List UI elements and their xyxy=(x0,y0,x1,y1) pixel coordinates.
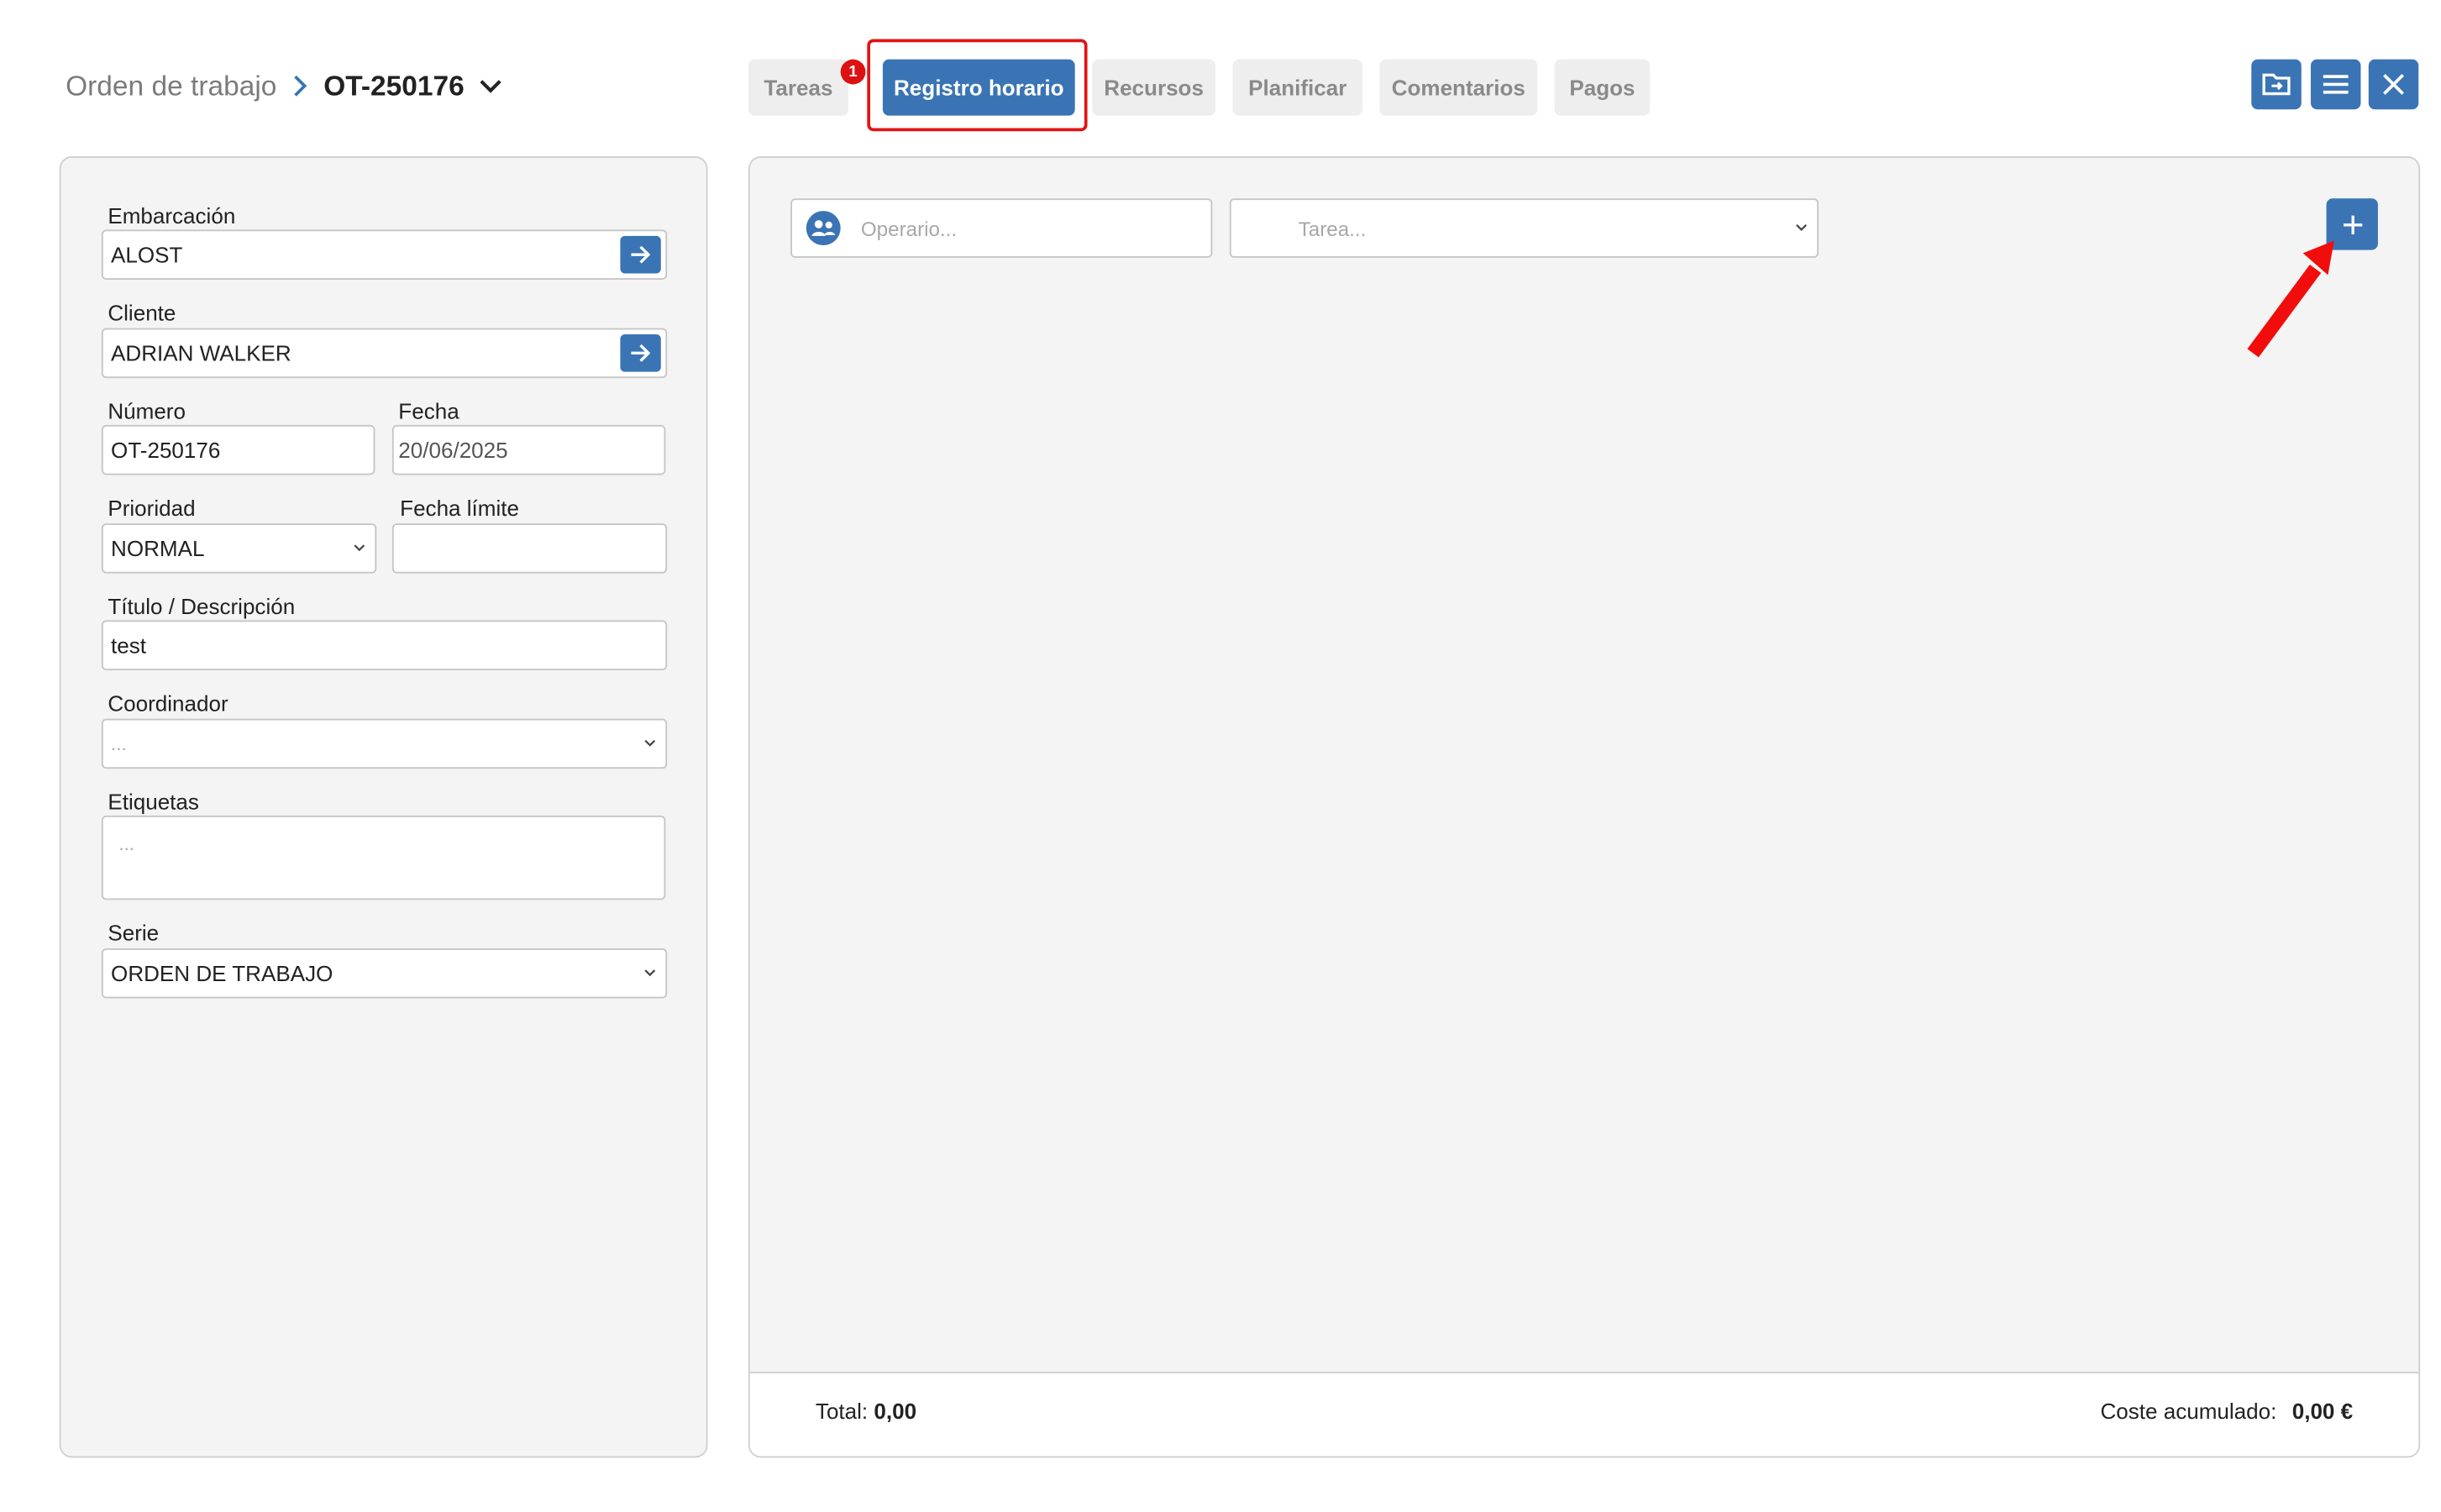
cliente-label: Cliente xyxy=(108,300,176,325)
arrow-right-icon xyxy=(630,344,652,362)
chevron-down-icon xyxy=(643,739,656,748)
embarcacion-label: Embarcación xyxy=(108,202,236,228)
tab-pagos[interactable]: Pagos xyxy=(1554,59,1651,116)
titulo-value: test xyxy=(111,633,147,659)
embarcacion-value: ALOST xyxy=(111,242,183,268)
chevron-down-icon xyxy=(643,969,656,978)
close-icon xyxy=(2381,72,2407,97)
fecha-value: 20/06/2025 xyxy=(398,437,508,463)
folder-export-button[interactable] xyxy=(2251,59,2302,110)
total-value: 0,00 xyxy=(874,1398,917,1424)
embarcacion-field[interactable]: ALOST xyxy=(101,229,668,280)
total-label: Total: xyxy=(815,1398,869,1424)
breadcrumb-root[interactable]: Orden de trabajo xyxy=(66,70,276,102)
titulo-label: Título / Descripción xyxy=(108,593,296,619)
tab-recursos[interactable]: Recursos xyxy=(1092,59,1216,116)
prioridad-label: Prioridad xyxy=(108,495,196,521)
embarcacion-open-button[interactable] xyxy=(620,235,661,274)
breadcrumb-current: OT-250176 xyxy=(323,69,465,101)
serie-label: Serie xyxy=(108,920,160,946)
cliente-field[interactable]: ADRIAN WALKER xyxy=(101,328,668,379)
fecha-limite-label: Fecha límite xyxy=(400,495,519,521)
chevron-right-icon xyxy=(292,75,308,97)
tab-tareas[interactable]: Tareas xyxy=(748,59,848,116)
time-log-panel: Operario... Tarea... Total: 0,00 Coste a… xyxy=(748,156,2421,1458)
menu-button[interactable] xyxy=(2310,59,2361,110)
tarea-placeholder: Tarea... xyxy=(1298,216,1367,240)
work-order-form: Embarcación ALOST Cliente ADRIAN WALKER … xyxy=(59,156,708,1458)
folder-export-icon xyxy=(2260,71,2291,98)
titulo-field[interactable]: test xyxy=(101,620,668,670)
cliente-value: ADRIAN WALKER xyxy=(111,340,291,366)
serie-value: ORDEN DE TRABAJO xyxy=(111,960,333,986)
annotation-arrow-icon xyxy=(2234,238,2344,370)
prioridad-value: NORMAL xyxy=(111,535,205,561)
tab-planificar[interactable]: Planificar xyxy=(1232,59,1362,116)
total-summary: Total: 0,00 xyxy=(816,1399,916,1424)
operario-input[interactable]: Operario... xyxy=(790,198,1213,258)
close-button[interactable] xyxy=(2368,59,2419,110)
fecha-label: Fecha xyxy=(398,398,459,424)
people-icon xyxy=(805,209,843,247)
breadcrumb: Orden de trabajo OT-250176 xyxy=(66,66,501,106)
fecha-limite-field[interactable] xyxy=(391,523,668,574)
numero-field[interactable]: OT-250176 xyxy=(101,424,375,475)
time-log-footer: Total: 0,00 Coste acumulado: 0,00 € xyxy=(749,1372,2419,1457)
numero-label: Número xyxy=(108,398,186,424)
menu-icon xyxy=(2322,73,2349,95)
coordinador-label: Coordinador xyxy=(108,690,228,716)
chevron-down-icon xyxy=(353,543,365,553)
tab-registro-horario[interactable]: Registro horario xyxy=(882,59,1075,116)
arrow-right-icon xyxy=(630,245,652,264)
operario-placeholder: Operario... xyxy=(860,216,958,240)
serie-select[interactable]: ORDEN DE TRABAJO xyxy=(101,948,668,999)
prioridad-select[interactable]: NORMAL xyxy=(101,523,377,574)
tab-comentarios[interactable]: Comentarios xyxy=(1379,59,1538,116)
cost-summary: Coste acumulado: 0,00 € xyxy=(2100,1399,2353,1424)
tarea-select[interactable]: Tarea... xyxy=(1229,198,1819,258)
notification-badge: 1 xyxy=(840,59,866,85)
etiquetas-field[interactable]: ... xyxy=(101,815,666,900)
chevron-down-icon[interactable] xyxy=(480,78,501,94)
cliente-open-button[interactable] xyxy=(620,334,661,372)
etiquetas-placeholder: ... xyxy=(118,832,134,855)
coordinador-placeholder: ... xyxy=(111,732,127,755)
plus-icon xyxy=(2341,213,2363,235)
chevron-down-icon xyxy=(1795,223,1808,233)
etiquetas-label: Etiquetas xyxy=(108,789,199,815)
fecha-field[interactable]: 20/06/2025 xyxy=(391,424,666,475)
numero-value: OT-250176 xyxy=(111,437,221,463)
cost-value: 0,00 € xyxy=(2291,1398,2354,1424)
cost-label: Coste acumulado: xyxy=(2100,1398,2277,1424)
coordinador-select[interactable]: ... xyxy=(101,718,668,769)
